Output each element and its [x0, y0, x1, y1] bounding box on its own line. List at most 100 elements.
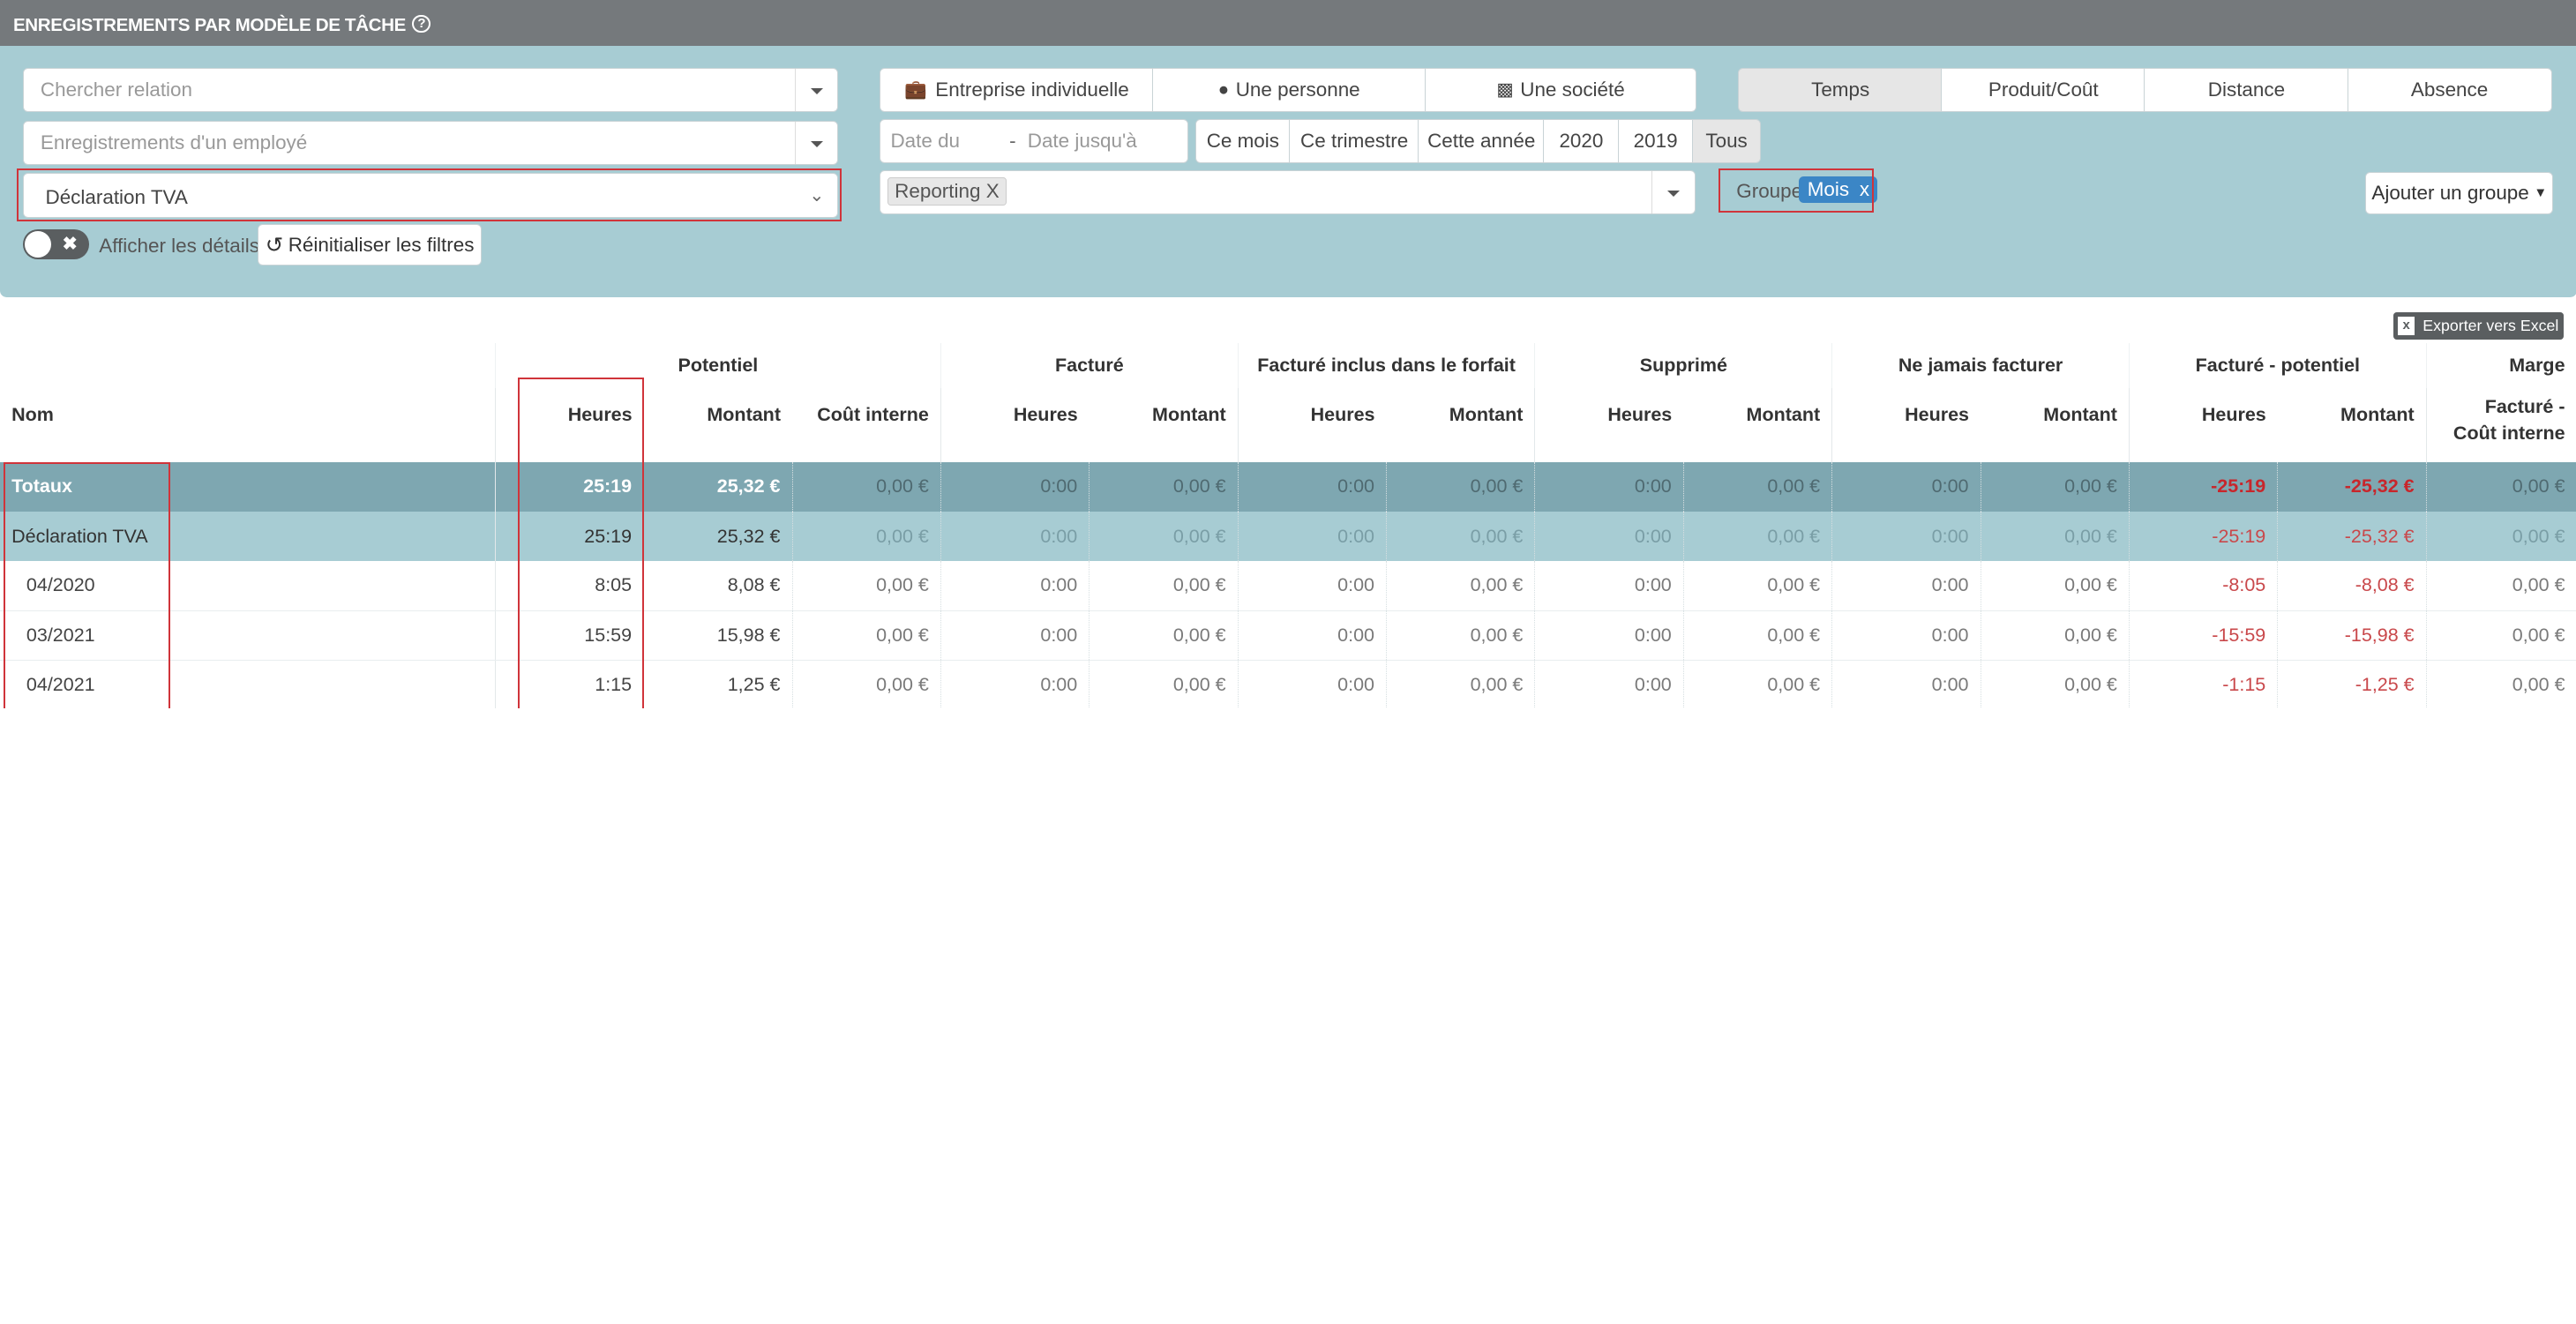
period-this-quarter-button[interactable]: Ce trimestre — [1289, 118, 1420, 164]
employee-select[interactable]: Enregistrements d'un employé — [23, 120, 839, 166]
relation-search-select[interactable]: Chercher relation — [23, 67, 839, 113]
column-header-montant[interactable]: Montant — [2278, 388, 2426, 462]
measure-distance-button[interactable]: Distance — [2144, 67, 2349, 113]
table-cell: 0,00 € — [1089, 511, 1239, 562]
column-header-facture-cout-interne[interactable]: Facturé - Coût interne — [2425, 387, 2576, 462]
chevron-down-icon[interactable]: ⌄ — [809, 184, 824, 206]
table-cell: 0,00 € — [1682, 561, 1832, 611]
help-icon[interactable]: ? — [412, 14, 431, 34]
period-this-year-button[interactable]: Cette année — [1418, 118, 1546, 164]
group-row[interactable]: Déclaration TVA 25:19 25,32 € 0,00 € 0:0… — [0, 511, 2576, 562]
add-group-button[interactable]: Ajouter un groupe ▼ — [2365, 171, 2554, 215]
table-cell: 0,00 € — [1682, 511, 1832, 562]
show-details-toggle[interactable]: ✖ — [23, 229, 90, 259]
table-cell: 0:00 — [1534, 511, 1684, 562]
table-cell: 1:15 — [494, 660, 644, 708]
table-cell: 0:00 — [1237, 561, 1387, 611]
table-cell: Déclaration TVA — [0, 511, 496, 562]
table-cell: 0:00 — [1534, 660, 1684, 708]
table-cell: 0,00 € — [1089, 660, 1239, 708]
group-header-forfait: Facturé inclus dans le forfait — [1237, 343, 1535, 388]
industry-icon: ▩ — [1496, 79, 1514, 101]
column-header-heures[interactable]: Heures — [1534, 387, 1684, 462]
remove-tag-icon[interactable]: x — [1860, 178, 1869, 200]
group-header-potentiel: Potentiel — [494, 343, 941, 388]
column-header-cout-interne[interactable]: Coût interne — [792, 388, 940, 462]
measure-product-button[interactable]: Produit/Coût — [1941, 67, 2146, 113]
group-tag-month[interactable]: Mois x — [1799, 176, 1878, 203]
table-cell: 0,00 € — [2425, 511, 2576, 562]
table-cell: 0:00 — [940, 660, 1090, 708]
period-2019-button[interactable]: 2019 — [1617, 118, 1694, 164]
table-cell: 0:00 — [1534, 461, 1684, 512]
group-header-facture: Facturé — [940, 343, 1239, 388]
task-model-select[interactable]: Déclaration TVA ⌄ — [23, 173, 839, 218]
column-header-montant[interactable]: Montant — [1981, 388, 2129, 462]
table-cell: 0,00 € — [1980, 660, 2130, 708]
column-header-heures[interactable]: Heures — [2128, 387, 2278, 462]
close-icon: ✖ — [62, 233, 78, 254]
column-header-heures[interactable]: Heures — [1831, 387, 1981, 462]
table-cell: 0,00 € — [791, 610, 941, 661]
table-cell: -25:19 — [2128, 511, 2278, 562]
column-header-heures[interactable]: Heures — [494, 387, 644, 462]
table-row[interactable]: 03/2021 15:59 15,98 € 0,00 € 0:00 0,00 €… — [0, 610, 2576, 661]
column-header-heures[interactable]: Heures — [940, 387, 1090, 462]
table-cell: 0,00 € — [2425, 660, 2576, 708]
table-cell: 25,32 € — [643, 511, 793, 562]
table-row[interactable]: 04/2021 1:15 1,25 € 0,00 € 0:00 0,00 € 0… — [0, 660, 2576, 708]
panel-header: ENREGISTREMENTS PAR MODÈLE DE TÂCHE? — [0, 0, 2576, 47]
period-group: Ce mois Ce trimestre Cette année 2020 20… — [1194, 118, 1762, 164]
caret-down-icon[interactable] — [1651, 170, 1695, 214]
reset-filters-button[interactable]: ↺ Réinitialiser les filtres — [257, 224, 483, 266]
panel-title: ENREGISTREMENTS PAR MODÈLE DE TÂCHE — [12, 14, 406, 35]
period-all-button[interactable]: Tous — [1691, 118, 1762, 164]
table-cell: -8,08 € — [2277, 561, 2427, 611]
column-header-montant[interactable]: Montant — [1683, 388, 1831, 462]
table-cell: 0,00 € — [1386, 561, 1535, 611]
date-range-input[interactable]: Date du - Date jusqu'à — [880, 118, 1189, 164]
entity-individual-button[interactable]: 💼 Entreprise individuelle — [880, 67, 1154, 113]
reporting-select[interactable]: Reporting X — [880, 169, 1696, 215]
group-header-facture-potentiel: Facturé - potentiel — [2128, 343, 2427, 388]
measure-time-button[interactable]: Temps — [1738, 67, 1943, 113]
column-header-heures[interactable]: Heures — [1237, 387, 1387, 462]
entity-type-group: 💼 Entreprise individuelle ● Une personne ▩… — [880, 67, 1697, 113]
table-cell: -25,32 € — [2277, 511, 2427, 562]
table-cell: 15:59 — [494, 610, 644, 661]
column-header-montant[interactable]: Montant — [1090, 388, 1238, 462]
reporting-tag[interactable]: Reporting X — [887, 177, 1007, 206]
caret-down-icon[interactable] — [794, 121, 838, 165]
table-cell: 0,00 € — [1980, 511, 2130, 562]
entity-person-button[interactable]: ● Une personne — [1151, 67, 1427, 113]
table-cell: 0:00 — [1237, 610, 1387, 661]
column-header-montant[interactable]: Montant — [1387, 388, 1535, 462]
export-excel-button[interactable]: x Exporter vers Excel — [2393, 311, 2564, 340]
date-to-placeholder: Date jusqu'à — [1027, 129, 1137, 152]
column-header-nom[interactable]: Nom — [0, 388, 495, 462]
employee-placeholder: Enregistrements d'un employé — [40, 131, 308, 153]
table-cell: -25:19 — [2128, 461, 2278, 512]
table-cell: 25,32 € — [643, 461, 793, 512]
table-cell: 0,00 € — [2425, 561, 2576, 611]
group-selector: Groupe Mois x — [1721, 171, 1878, 213]
column-header-montant[interactable]: Montant — [644, 388, 792, 462]
entity-company-button[interactable]: ▩ Une société — [1424, 67, 1697, 113]
caret-down-icon[interactable] — [794, 68, 838, 112]
table-cell: 0,00 € — [1386, 660, 1535, 708]
relation-search-placeholder: Chercher relation — [40, 78, 192, 101]
undo-icon: ↺ — [265, 233, 284, 258]
period-this-month-button[interactable]: Ce mois — [1194, 118, 1292, 164]
table-cell: 0,00 € — [1089, 461, 1239, 512]
table-cell: -25,32 € — [2277, 461, 2427, 512]
period-2020-button[interactable]: 2020 — [1543, 118, 1620, 164]
table-cell: 0:00 — [940, 610, 1090, 661]
table-cell: 0:00 — [1237, 461, 1387, 512]
measure-absence-button[interactable]: Absence — [2347, 67, 2552, 113]
table-cell: 0,00 € — [1980, 561, 2130, 611]
group-header-row: Potentiel Facturé Facturé inclus dans le… — [0, 343, 2576, 388]
table-cell: 0:00 — [1831, 511, 1981, 562]
table-cell: 04/2020 — [0, 561, 496, 611]
table-cell: 03/2021 — [0, 610, 496, 661]
table-row[interactable]: 04/2020 8:05 8,08 € 0,00 € 0:00 0,00 € 0… — [0, 561, 2576, 611]
